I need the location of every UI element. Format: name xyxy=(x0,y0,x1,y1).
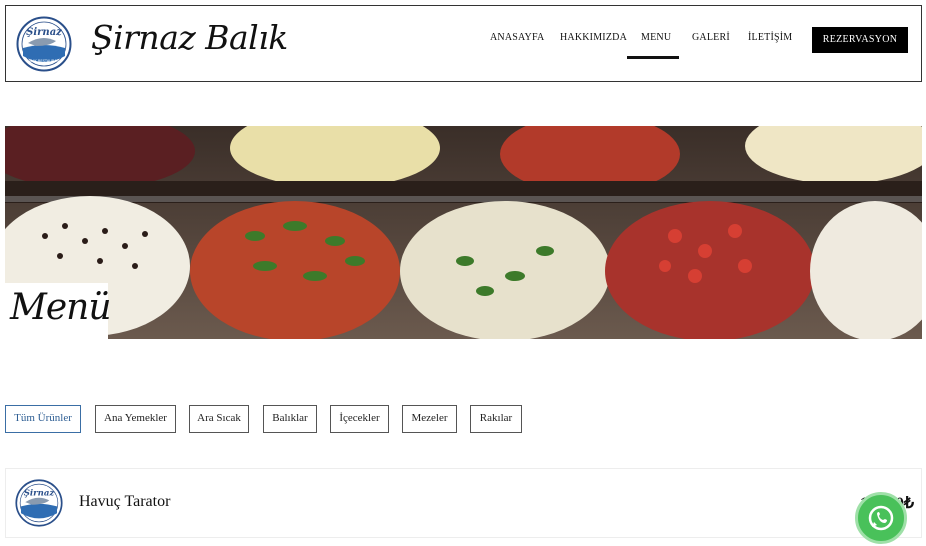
nav-link-gallery[interactable]: GALERİ xyxy=(692,32,730,43)
logo-top-text: Şirnaz xyxy=(26,27,62,38)
logo-icon: Şirnaz BALIK RESTAURANT xyxy=(16,16,72,72)
food-display-image xyxy=(5,126,922,339)
nav-link-about[interactable]: HAKKIMIZDA xyxy=(560,32,627,43)
filter-all-products[interactable]: Tüm Ürünler xyxy=(5,405,81,433)
page-title: Menü xyxy=(10,287,112,328)
filter-mezes[interactable]: Mezeler xyxy=(402,405,457,433)
logo-icon: Şirnaz xyxy=(15,479,63,527)
logo-bottom-text: BALIK RESTAURANT xyxy=(26,59,62,63)
filter-hot-starters[interactable]: Ara Sıcak xyxy=(189,405,249,433)
whatsapp-button[interactable] xyxy=(855,492,907,544)
brand-logo[interactable]: Şirnaz BALIK RESTAURANT xyxy=(16,16,72,72)
menu-item-logo: Şirnaz xyxy=(15,479,63,527)
filter-drinks[interactable]: İçecekler xyxy=(330,405,389,433)
nav-active-indicator xyxy=(627,56,679,59)
logo-top-text: Şirnaz xyxy=(24,488,56,498)
filter-fish[interactable]: Balıklar xyxy=(263,405,317,433)
hero-banner-image xyxy=(5,126,922,339)
reservation-button[interactable]: REZERVASYON xyxy=(812,27,908,53)
menu-item-name: Havuç Tarator xyxy=(79,493,171,510)
site-header: Şirnaz BALIK RESTAURANT Şirnaz Balık xyxy=(5,5,922,82)
nav-link-contact[interactable]: İLETİŞİM xyxy=(748,32,792,43)
nav-link-home[interactable]: ANASAYFA xyxy=(490,32,544,43)
filter-raki[interactable]: Rakılar xyxy=(470,405,522,433)
nav-link-menu[interactable]: MENU xyxy=(641,32,671,43)
brand-name[interactable]: Şirnaz Balık xyxy=(91,18,288,57)
whatsapp-icon xyxy=(868,505,894,531)
filter-main-dishes[interactable]: Ana Yemekler xyxy=(95,405,176,433)
